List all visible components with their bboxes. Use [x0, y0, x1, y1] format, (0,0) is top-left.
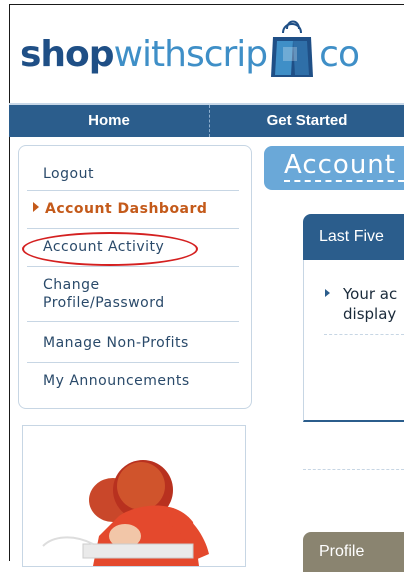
promo-photo	[22, 425, 246, 567]
site-logo[interactable]: shop withscrip co	[20, 20, 360, 84]
logo-withscrip-text: withscrip	[113, 33, 269, 75]
sidebar-item-manage-non-profits[interactable]: Manage Non-Profits	[27, 326, 239, 363]
sidebar-item-account-dashboard[interactable]: Account Dashboard	[27, 192, 239, 229]
panel-text-line1: Your ac	[343, 285, 398, 303]
panel-text-line2: display	[343, 305, 397, 323]
last-five-panel-text: Your ac display	[343, 284, 397, 324]
logo-tail-text: co	[319, 33, 360, 75]
active-arrow-icon	[33, 202, 39, 212]
page-title: Account	[284, 150, 396, 180]
section-divider	[303, 469, 404, 470]
shopping-bag-icon	[269, 17, 315, 79]
logo-shop-text: shop	[20, 33, 115, 75]
annotation-circle	[22, 232, 198, 266]
sidebar-item-my-announcements[interactable]: My Announcements	[27, 364, 239, 400]
last-five-panel-title: Last Five	[303, 214, 404, 260]
profile-panel-title: Profile	[303, 532, 404, 572]
nav-get-started[interactable]: Get Started	[210, 105, 404, 137]
main-nav: Home Get Started	[9, 103, 404, 137]
title-underline	[284, 180, 404, 182]
sidebar-item-logout[interactable]: Logout	[27, 160, 239, 191]
panel-divider	[324, 334, 404, 335]
person-photo-icon	[23, 426, 245, 566]
sidebar-item-change-profile[interactable]: Change Profile/Password	[27, 268, 239, 322]
nav-home[interactable]: Home	[9, 105, 210, 137]
bullet-arrow-icon	[325, 289, 330, 297]
account-sidebar: Logout Account Dashboard Account Activit…	[18, 145, 252, 409]
